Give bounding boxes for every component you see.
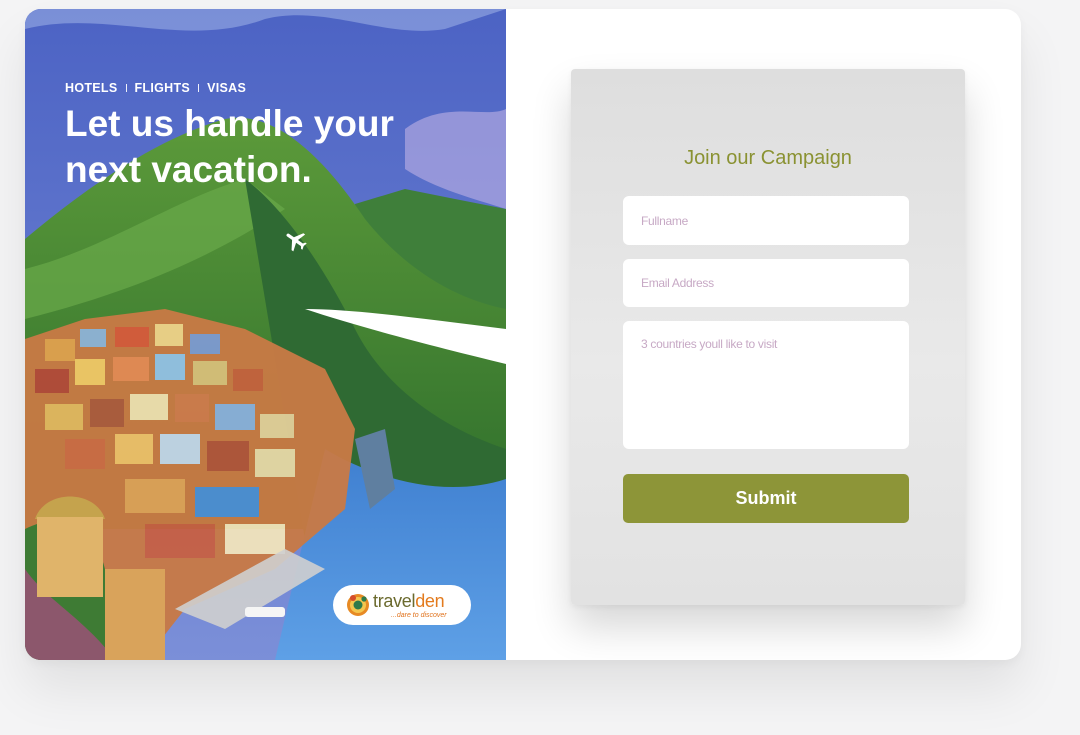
hero-illustration: HOTELS FLIGHTS VISAS Let us handle your …	[25, 9, 506, 660]
hero-nav: HOTELS FLIGHTS VISAS	[65, 81, 246, 95]
form-title: Join our Campaign	[684, 147, 852, 169]
nav-separator	[125, 84, 127, 92]
nav-separator	[198, 84, 200, 92]
hero-headline: Let us handle your next vacation.	[65, 103, 394, 190]
lion-logo-icon	[347, 594, 369, 616]
brand-text: travelden ...dare to discover	[373, 592, 447, 619]
submit-button[interactable]: Submit	[623, 474, 909, 523]
nav-visas[interactable]: VISAS	[207, 81, 246, 95]
brand-name-part1: travel	[373, 590, 416, 611]
email-input[interactable]	[623, 259, 909, 307]
brand-name-part2: den	[415, 590, 445, 611]
travelden-logo[interactable]: travelden ...dare to discover	[333, 585, 471, 625]
fullname-input[interactable]	[623, 196, 909, 245]
campaign-form: Join our Campaign Submit	[571, 69, 965, 605]
airplane-icon	[286, 233, 307, 252]
nav-flights[interactable]: FLIGHTS	[135, 81, 191, 95]
campaign-card: HOTELS FLIGHTS VISAS Let us handle your …	[25, 9, 1021, 660]
brand-tagline: ...dare to discover	[391, 611, 447, 619]
brand-name: travelden	[373, 592, 447, 610]
nav-hotels[interactable]: HOTELS	[65, 81, 118, 95]
countries-textarea[interactable]	[623, 321, 909, 449]
